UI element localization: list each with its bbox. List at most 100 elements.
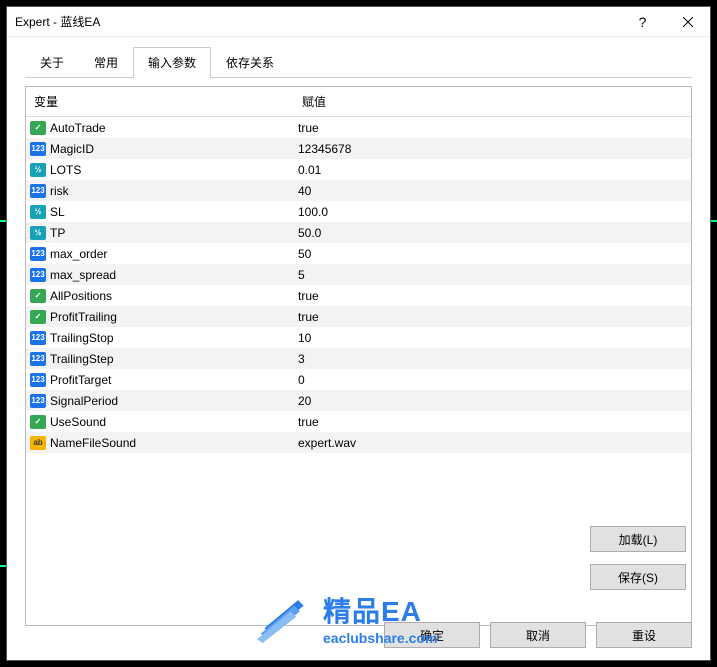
side-buttons: 加载(L) 保存(S) xyxy=(590,526,686,590)
param-name: risk xyxy=(50,184,69,198)
cancel-button[interactable]: 取消 xyxy=(490,622,586,648)
param-name-cell: ✓ AutoTrade xyxy=(26,117,294,138)
int-type-icon: 123 xyxy=(30,352,46,366)
close-button[interactable] xyxy=(665,7,710,37)
param-value-cell[interactable]: 5 xyxy=(294,264,691,285)
param-value-cell[interactable]: 10 xyxy=(294,327,691,348)
param-name: MagicID xyxy=(50,142,94,156)
param-name-cell: ✓ ProfitTrailing xyxy=(26,306,294,327)
param-name-cell: 123 risk xyxy=(26,180,294,201)
param-name-cell: 123 TrailingStep xyxy=(26,348,294,369)
str-type-icon: ab xyxy=(30,436,46,450)
bottom-buttons: 确定 取消 重设 xyxy=(384,622,692,648)
param-name: TP xyxy=(50,226,65,240)
tab-about[interactable]: 关于 xyxy=(25,47,79,78)
int-type-icon: 123 xyxy=(30,331,46,345)
param-name: UseSound xyxy=(50,415,106,429)
bool-type-icon: ✓ xyxy=(30,415,46,429)
table-row[interactable]: ab NameFileSound expert.wav xyxy=(26,432,691,453)
param-value-cell[interactable]: 3 xyxy=(294,348,691,369)
dbl-type-icon: ½ xyxy=(30,163,46,177)
col-value[interactable]: 赋值 xyxy=(294,87,691,116)
table-row[interactable]: ½ SL 100.0 xyxy=(26,201,691,222)
param-value-cell[interactable]: 12345678 xyxy=(294,138,691,159)
table-row[interactable]: ½ LOTS 0.01 xyxy=(26,159,691,180)
int-type-icon: 123 xyxy=(30,184,46,198)
param-value-cell[interactable]: true xyxy=(294,285,691,306)
param-value-cell[interactable]: true xyxy=(294,411,691,432)
param-name: TrailingStep xyxy=(50,352,114,366)
param-value-cell[interactable]: 100.0 xyxy=(294,201,691,222)
tab-inputs[interactable]: 输入参数 xyxy=(133,47,211,78)
int-type-icon: 123 xyxy=(30,394,46,408)
param-name: ProfitTrailing xyxy=(50,310,117,324)
table-row[interactable]: 123 TrailingStep 3 xyxy=(26,348,691,369)
bool-type-icon: ✓ xyxy=(30,121,46,135)
param-name: max_spread xyxy=(50,268,116,282)
param-name-cell: ½ TP xyxy=(26,222,294,243)
table-row[interactable]: 123 ProfitTarget 0 xyxy=(26,369,691,390)
table-row[interactable]: ✓ AllPositions true xyxy=(26,285,691,306)
param-value-cell[interactable]: 0 xyxy=(294,369,691,390)
table-row[interactable]: 123 max_order 50 xyxy=(26,243,691,264)
param-name: SignalPeriod xyxy=(50,394,118,408)
table-row[interactable]: ✓ UseSound true xyxy=(26,411,691,432)
close-icon xyxy=(683,17,693,27)
table-row[interactable]: 123 max_spread 5 xyxy=(26,264,691,285)
param-name: AllPositions xyxy=(50,289,112,303)
bool-type-icon: ✓ xyxy=(30,289,46,303)
param-name: NameFileSound xyxy=(50,436,136,450)
col-variable[interactable]: 变量 xyxy=(26,87,294,116)
param-value-cell[interactable]: true xyxy=(294,306,691,327)
reset-button[interactable]: 重设 xyxy=(596,622,692,648)
bool-type-icon: ✓ xyxy=(30,310,46,324)
int-type-icon: 123 xyxy=(30,268,46,282)
table-row[interactable]: ✓ ProfitTrailing true xyxy=(26,306,691,327)
param-value-cell[interactable]: expert.wav xyxy=(294,432,691,453)
param-name-cell: ab NameFileSound xyxy=(26,432,294,453)
param-name: SL xyxy=(50,205,65,219)
load-button[interactable]: 加载(L) xyxy=(590,526,686,552)
grid-header: 变量 赋值 xyxy=(26,87,691,117)
param-value-cell[interactable]: 40 xyxy=(294,180,691,201)
param-value-cell[interactable]: 50.0 xyxy=(294,222,691,243)
param-name-cell: ✓ UseSound xyxy=(26,411,294,432)
tab-deps[interactable]: 依存关系 xyxy=(211,47,289,78)
param-name: AutoTrade xyxy=(50,121,106,135)
table-row[interactable]: 123 SignalPeriod 20 xyxy=(26,390,691,411)
ok-button[interactable]: 确定 xyxy=(384,622,480,648)
table-row[interactable]: 123 TrailingStop 10 xyxy=(26,327,691,348)
param-value-cell[interactable]: 50 xyxy=(294,243,691,264)
table-row[interactable]: 123 risk 40 xyxy=(26,180,691,201)
expert-dialog: Expert - 蓝线EA ? 关于 常用 输入参数 依存关系 变量 赋值 ✓ A… xyxy=(6,6,711,661)
tabs: 关于 常用 输入参数 依存关系 xyxy=(7,37,710,78)
table-row[interactable]: ✓ AutoTrade true xyxy=(26,117,691,138)
dbl-type-icon: ½ xyxy=(30,205,46,219)
save-button[interactable]: 保存(S) xyxy=(590,564,686,590)
param-name: ProfitTarget xyxy=(50,373,111,387)
int-type-icon: 123 xyxy=(30,142,46,156)
param-name-cell: 123 MagicID xyxy=(26,138,294,159)
param-name-cell: ✓ AllPositions xyxy=(26,285,294,306)
param-name: TrailingStop xyxy=(50,331,114,345)
window-title: Expert - 蓝线EA xyxy=(15,13,620,30)
param-name-cell: 123 ProfitTarget xyxy=(26,369,294,390)
param-name-cell: ½ LOTS xyxy=(26,159,294,180)
param-value-cell[interactable]: 0.01 xyxy=(294,159,691,180)
table-row[interactable]: ½ TP 50.0 xyxy=(26,222,691,243)
param-name-cell: 123 SignalPeriod xyxy=(26,390,294,411)
param-name: LOTS xyxy=(50,163,81,177)
param-name: max_order xyxy=(50,247,107,261)
param-value-cell[interactable]: 20 xyxy=(294,390,691,411)
table-row[interactable]: 123 MagicID 12345678 xyxy=(26,138,691,159)
dbl-type-icon: ½ xyxy=(30,226,46,240)
tab-common[interactable]: 常用 xyxy=(79,47,133,78)
int-type-icon: 123 xyxy=(30,247,46,261)
param-name-cell: 123 TrailingStop xyxy=(26,327,294,348)
param-name-cell: ½ SL xyxy=(26,201,294,222)
titlebar: Expert - 蓝线EA ? xyxy=(7,7,710,37)
param-name-cell: 123 max_order xyxy=(26,243,294,264)
int-type-icon: 123 xyxy=(30,373,46,387)
help-button[interactable]: ? xyxy=(620,7,665,37)
param-value-cell[interactable]: true xyxy=(294,117,691,138)
